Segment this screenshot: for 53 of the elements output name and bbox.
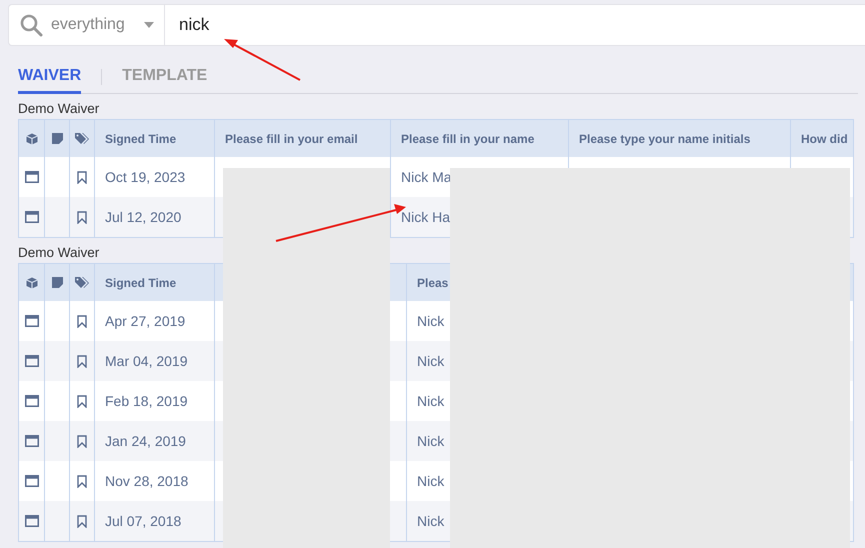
cube-icon [26,276,38,288]
tags-icon [75,132,89,144]
bookmark-icon[interactable] [77,434,87,448]
bookmark-icon[interactable] [77,394,87,408]
window-icon[interactable] [24,315,38,327]
search-field[interactable]: everything nick [8,4,865,46]
bookmark-icon[interactable] [77,514,87,528]
window-icon[interactable] [24,515,38,527]
table-cell: Nick [417,393,444,409]
column-header[interactable]: Signed Time [105,132,176,146]
column-header[interactable]: Please fill in your email [225,132,358,146]
window-icon[interactable] [24,211,38,223]
column-header[interactable]: Please type your name initials [579,132,750,146]
caret-icon [144,22,154,28]
column-header[interactable]: How did [801,132,848,146]
bookmark-icon[interactable] [77,314,87,328]
window-icon[interactable] [24,395,38,407]
cube-icon [26,132,38,144]
tab[interactable]: WAIVER [18,60,82,94]
column-header[interactable]: Signed Time [105,276,176,290]
bookmark-icon[interactable] [77,170,87,184]
note-icon [52,277,62,288]
column-header[interactable]: Pleas [417,276,448,290]
table-cell: Nick Ha [401,209,450,225]
table-cell: Mar 04, 2019 [105,353,188,369]
window-icon[interactable] [24,171,38,183]
table-cell: Nick [417,473,444,489]
table-cell: Nov 28, 2018 [105,473,188,489]
table-cell: Apr 27, 2019 [105,313,186,329]
table-cell: Nick [417,513,444,529]
table-cell: Nick [417,313,444,329]
table-cell: Jul 12, 2020 [105,209,182,225]
bookmark-icon[interactable] [77,474,87,488]
bookmark-icon[interactable] [77,354,87,368]
column-header[interactable]: Please fill in your name [401,132,534,146]
search-icon [19,13,43,37]
section-title: Demo Waiver [18,245,100,262]
bookmark-icon[interactable] [77,210,87,224]
window-icon[interactable] [24,355,38,367]
tab[interactable]: TEMPLATE [122,60,208,94]
table-cell: Feb 18, 2019 [105,393,188,409]
table-cell: Nick [417,353,444,369]
scope-dropdown[interactable]: everything [9,5,165,45]
window-icon[interactable] [24,475,38,487]
note-icon [52,133,62,144]
table-cell: Jul 07, 2018 [105,513,182,529]
window-icon[interactable] [24,435,38,447]
table-cell: Oct 19, 2023 [105,169,186,185]
table-cell: Jan 24, 2019 [105,433,186,449]
table-cell: Nick [417,433,444,449]
tags-icon [75,276,89,288]
section-title: Demo Waiver [18,101,100,118]
scope-label: everything [51,16,126,34]
